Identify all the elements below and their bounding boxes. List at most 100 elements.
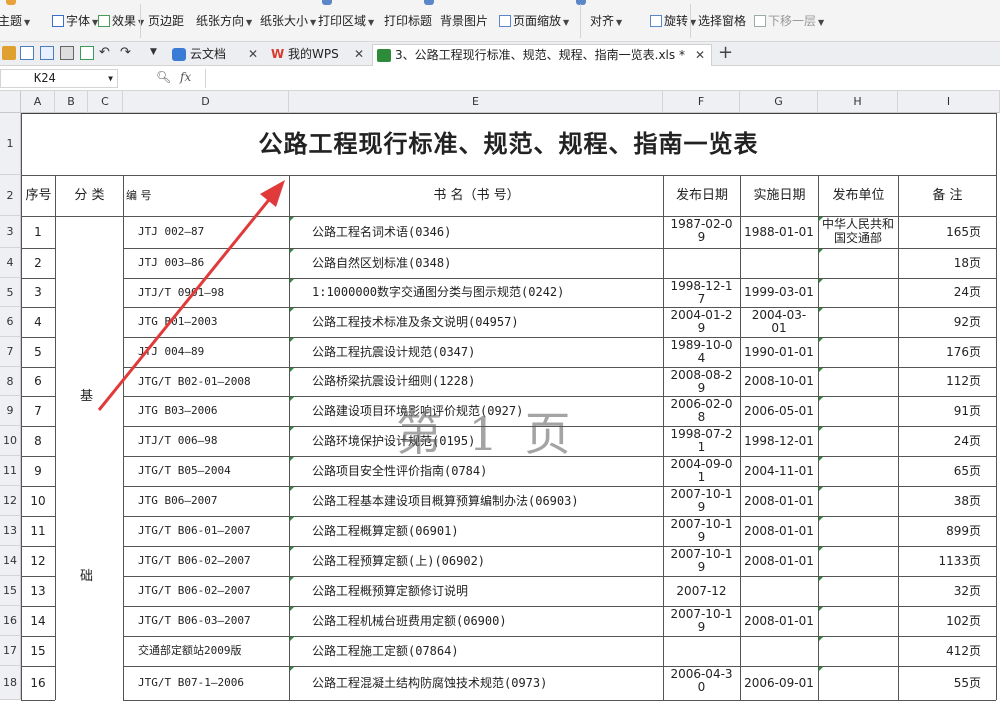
select-all-corner[interactable] [0, 91, 21, 113]
cell-org[interactable]: 中华人民共和国交通部 [819, 216, 897, 248]
column-header-h[interactable]: H [818, 91, 898, 113]
cell-name[interactable]: 公路工程基本建设项目概算预算编制办法(06903) [290, 486, 662, 516]
cell-pub[interactable]: 1989-10-04 [664, 337, 739, 367]
cell-note[interactable]: 55页 [899, 666, 995, 700]
cell-no[interactable]: 3 [22, 278, 54, 307]
column-header-b[interactable]: B [55, 91, 88, 113]
cell-code[interactable]: JTJ/T 0901—98 [124, 278, 288, 307]
cell-code[interactable]: 交通部定额站2009版 [124, 636, 288, 666]
row-header[interactable]: 7 [0, 337, 21, 367]
cell-name[interactable]: 公路工程抗震设计规范(0347) [290, 337, 662, 367]
row-header[interactable]: 3 [0, 216, 21, 248]
cell-org[interactable] [819, 516, 897, 546]
cell-impl[interactable]: 2006-05-01 [741, 396, 817, 426]
row-header[interactable]: 12 [0, 486, 21, 516]
cell-org[interactable] [819, 426, 897, 456]
redo-icon[interactable]: ↷ [120, 45, 131, 60]
row-header[interactable]: 13 [0, 516, 21, 546]
cell-no[interactable]: 9 [22, 456, 54, 486]
ribbon-button-background[interactable]: 背景图片 [440, 12, 488, 30]
zoom-search-icon[interactable]: 🔍︎ [156, 70, 171, 84]
cell-no[interactable]: 7 [22, 396, 54, 426]
ribbon-button-selection-pane[interactable]: 选择窗格 [698, 12, 746, 30]
cell-no[interactable]: 14 [22, 606, 54, 636]
cell-impl[interactable]: 1990-01-01 [741, 337, 817, 367]
cell-impl[interactable] [741, 248, 817, 278]
cell-code[interactable]: JTG/T B06-02—2007 [124, 546, 288, 576]
cell-org[interactable] [819, 546, 897, 576]
cell-no[interactable]: 10 [22, 486, 54, 516]
tab-active-spreadsheet[interactable]: 3、公路工程现行标准、规范、规程、指南一览表.xls * ✕ [372, 44, 712, 66]
cell-note[interactable]: 24页 [899, 278, 995, 307]
row-header[interactable]: 10 [0, 426, 21, 456]
export-pdf-icon[interactable] [40, 46, 54, 60]
cell-pub[interactable]: 2008-08-29 [664, 367, 739, 396]
cell-note[interactable]: 92页 [899, 307, 995, 337]
cell-org[interactable] [819, 636, 897, 666]
column-header-g[interactable]: G [740, 91, 818, 113]
cell-pub[interactable]: 2007-10-19 [664, 546, 739, 576]
cell-no[interactable]: 12 [22, 546, 54, 576]
row-header[interactable]: 5 [0, 278, 21, 307]
cell-impl[interactable]: 2004-11-01 [741, 456, 817, 486]
cell-impl[interactable]: 1988-01-01 [741, 216, 817, 248]
cell-impl[interactable]: 2006-09-01 [741, 666, 817, 700]
cell-code[interactable]: JTJ 002—87 [124, 216, 288, 248]
cell-org[interactable] [819, 576, 897, 606]
row-header[interactable]: 9 [0, 396, 21, 426]
cell-org[interactable] [819, 307, 897, 337]
cell-org[interactable] [819, 396, 897, 426]
cell-no[interactable]: 2 [22, 248, 54, 278]
cell-pub[interactable] [664, 248, 739, 278]
cell-name[interactable]: 公路工程概预算定额修订说明 [290, 576, 662, 606]
cell-pub[interactable]: 2007-10-19 [664, 486, 739, 516]
ribbon-button-paper-size[interactable]: 纸张大小 ▼ [260, 12, 316, 30]
cell-name[interactable]: 公路自然区划标准(0348) [290, 248, 662, 278]
cell-pub[interactable]: 2004-09-01 [664, 456, 739, 486]
cell-impl[interactable] [741, 576, 817, 606]
cell-code[interactable]: JTJ/T 006—98 [124, 426, 288, 456]
cell-impl[interactable]: 2008-01-01 [741, 486, 817, 516]
cell-pub[interactable]: 2007-10-19 [664, 606, 739, 636]
cell-code[interactable]: JTG/T B06-01—2007 [124, 516, 288, 546]
cell-code[interactable]: JTG/T B06-02—2007 [124, 576, 288, 606]
new-tab-icon[interactable]: + [718, 42, 733, 63]
cell-note[interactable]: 112页 [899, 367, 995, 396]
cell-pub[interactable]: 2004-01-29 [664, 307, 739, 337]
cell-name[interactable]: 公路工程机械台班费用定额(06900) [290, 606, 662, 636]
cell-note[interactable]: 32页 [899, 576, 995, 606]
tab-cloud-docs[interactable]: 云文档 ✕ [168, 44, 264, 66]
cell-code[interactable]: JTG/T B07-1—2006 [124, 666, 288, 700]
row-header[interactable]: 4 [0, 248, 21, 278]
cell-name[interactable]: 1:1000000数字交通图分类与图示规范(0242) [290, 278, 662, 307]
cell-code[interactable]: JTG B06—2007 [124, 486, 288, 516]
cell-impl[interactable]: 2008-10-01 [741, 367, 817, 396]
cell-code[interactable]: JTG/T B02-01—2008 [124, 367, 288, 396]
chevron-down-icon[interactable]: ▼ [108, 70, 113, 87]
cell-impl[interactable]: 1999-03-01 [741, 278, 817, 307]
cell-pub[interactable]: 2007-10-19 [664, 516, 739, 546]
cell-org[interactable] [819, 337, 897, 367]
function-icon[interactable]: fx [180, 70, 191, 84]
cell-no[interactable]: 11 [22, 516, 54, 546]
cell-impl[interactable]: 2008-01-01 [741, 516, 817, 546]
cell-name[interactable]: 公路工程名词术语(0346) [290, 216, 662, 248]
cell-code[interactable]: JTG B03—2006 [124, 396, 288, 426]
cell-name[interactable]: 公路工程混凝土结构防腐蚀技术规范(0973) [290, 666, 662, 700]
open-file-icon[interactable] [2, 46, 16, 60]
cell-pub[interactable]: 2006-04-30 [664, 666, 739, 700]
cell-pub[interactable]: 1998-12-17 [664, 278, 739, 307]
cell-note[interactable]: 91页 [899, 396, 995, 426]
cell-impl[interactable]: 2008-01-01 [741, 546, 817, 576]
cell-no[interactable]: 15 [22, 636, 54, 666]
print-preview-icon[interactable] [80, 46, 94, 60]
ribbon-button-theme[interactable]: 主题 ▼ [0, 12, 30, 30]
column-header-a[interactable]: A [21, 91, 55, 113]
ribbon-button-effect[interactable]: 效果 ▼ [98, 12, 144, 30]
cell-note[interactable]: 18页 [899, 248, 995, 278]
row-header[interactable]: 17 [0, 636, 21, 666]
cell-note[interactable]: 65页 [899, 456, 995, 486]
cell-org[interactable] [819, 666, 897, 700]
tab-my-wps[interactable]: W 我的WPS ✕ [266, 44, 370, 66]
row-header[interactable]: 2 [0, 175, 21, 216]
